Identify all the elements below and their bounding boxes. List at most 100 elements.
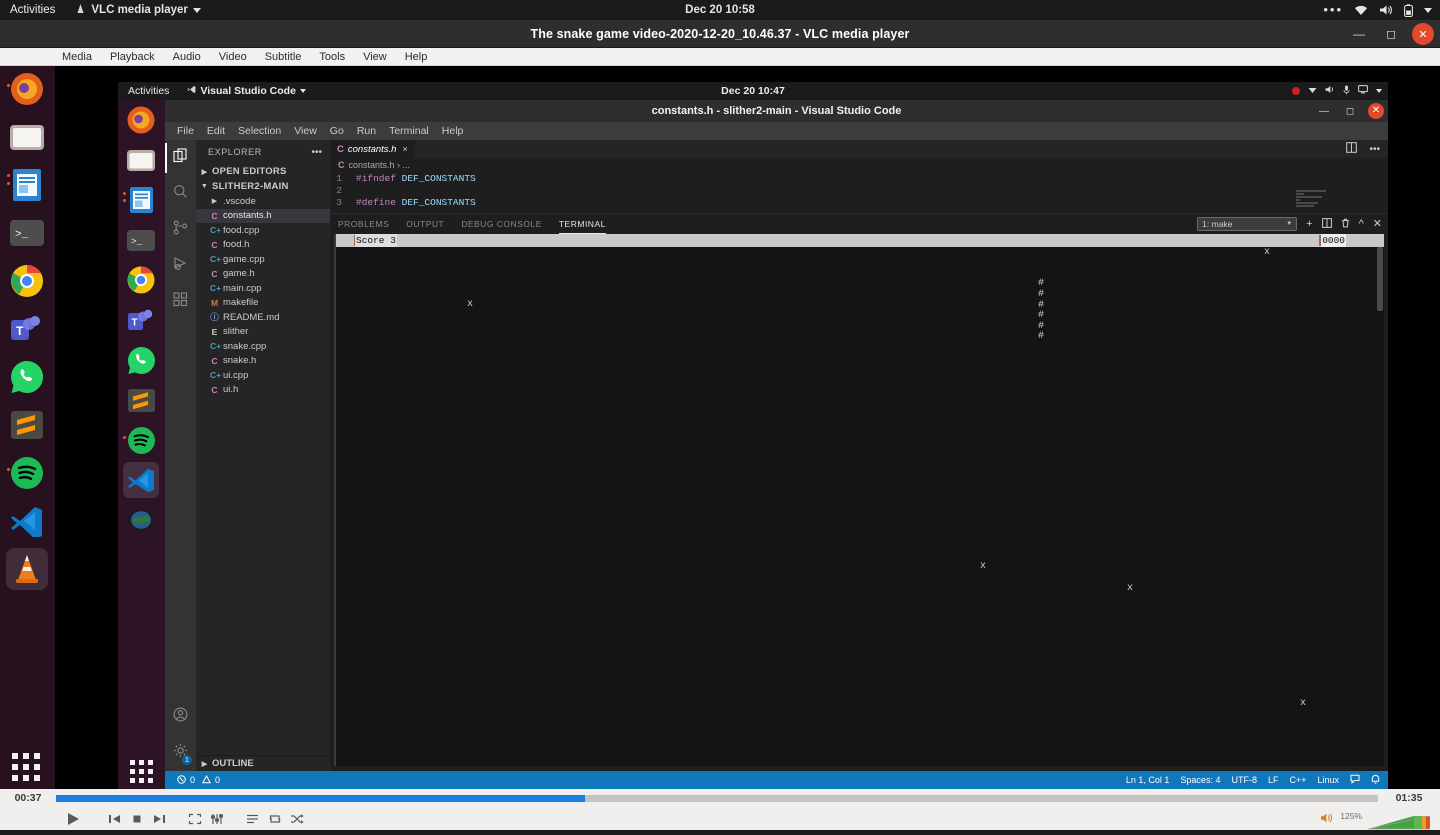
dock-item-libreoffice-writer[interactable] bbox=[6, 164, 48, 206]
section-open-editors[interactable]: ▶ OPEN EDITORS bbox=[196, 164, 330, 179]
snake-game-field[interactable]: # # # # # # x x x x x bbox=[336, 247, 1384, 766]
dock-item-google-chrome[interactable] bbox=[6, 260, 48, 471]
vscode-menu-view[interactable]: View bbox=[294, 125, 317, 137]
file-row-ui-h[interactable]: C ui.h bbox=[196, 383, 330, 398]
activity-settings[interactable]: 1 bbox=[165, 735, 196, 771]
playlist-button[interactable] bbox=[242, 810, 264, 828]
file-row-game-cpp[interactable]: C+ game.cpp bbox=[196, 252, 330, 267]
panel-tab-output[interactable]: OUTPUT bbox=[406, 214, 444, 234]
editor-scrollbar[interactable] bbox=[1378, 190, 1388, 208]
dock-item-visual-studio-code[interactable] bbox=[6, 500, 48, 542]
dock-item-whatsapp[interactable] bbox=[6, 356, 48, 398]
vscode-menu-selection[interactable]: Selection bbox=[238, 125, 281, 137]
maximize-panel-icon[interactable]: ^ bbox=[1359, 218, 1364, 230]
menu-subtitle[interactable]: Subtitle bbox=[265, 51, 302, 63]
inner-clock[interactable]: Dec 20 10:47 bbox=[118, 85, 1388, 97]
maximize-button[interactable]: ◻ bbox=[1380, 23, 1402, 45]
terminal-scrollbar[interactable] bbox=[1376, 247, 1384, 766]
more-actions-icon[interactable]: ••• bbox=[1369, 144, 1380, 155]
inner-dock-item-globe-app[interactable] bbox=[123, 502, 159, 538]
breadcrumb[interactable]: C constants.h › ... bbox=[330, 158, 1388, 172]
terminal-select[interactable]: 1: make ▼ bbox=[1197, 217, 1298, 231]
inner-dock-item-visual-studio-code[interactable] bbox=[123, 462, 159, 498]
activity-search[interactable] bbox=[165, 176, 196, 212]
file-row-main-cpp[interactable]: C+ main.cpp bbox=[196, 281, 330, 296]
status-language-mode[interactable]: C++ bbox=[1289, 775, 1306, 785]
vscode-maximize-button[interactable]: ◻ bbox=[1342, 103, 1358, 119]
loop-button[interactable] bbox=[264, 810, 286, 828]
split-terminal-icon[interactable] bbox=[1321, 217, 1332, 231]
file-row-slither[interactable]: E slither bbox=[196, 325, 330, 340]
menu-video[interactable]: Video bbox=[219, 51, 247, 63]
panel-actions[interactable]: 1: make ▼ + ^ ✕ bbox=[1197, 214, 1382, 234]
vscode-menu-run[interactable]: Run bbox=[357, 125, 376, 137]
inner-dock-item-spotify[interactable] bbox=[123, 422, 159, 458]
menu-playback[interactable]: Playback bbox=[110, 51, 155, 63]
vscode-menu-edit[interactable]: Edit bbox=[207, 125, 225, 137]
ellipsis-icon[interactable]: ••• bbox=[311, 147, 322, 158]
file-row-makefile[interactable]: M makefile bbox=[196, 296, 330, 311]
vlc-seek-row[interactable]: 00:37 01:35 bbox=[0, 789, 1440, 807]
seek-slider[interactable] bbox=[56, 794, 1378, 802]
vscode-menu-bar[interactable]: File Edit Selection View Go Run Terminal… bbox=[165, 122, 1388, 140]
status-indentation[interactable]: Spaces: 4 bbox=[1180, 775, 1220, 785]
menu-view[interactable]: View bbox=[363, 51, 387, 63]
status-eol[interactable]: LF bbox=[1268, 775, 1279, 785]
kill-terminal-icon[interactable] bbox=[1341, 218, 1350, 231]
file-row-vscode-folder[interactable]: ▶ .vscode bbox=[196, 194, 330, 209]
minimize-button[interactable]: — bbox=[1348, 23, 1370, 45]
vscode-sidebar-explorer[interactable]: EXPLORER ••• ▶ OPEN EDITORS ▼ SLITHER2-M… bbox=[196, 140, 330, 771]
dock-item-microsoft-teams[interactable]: T bbox=[6, 308, 48, 350]
close-icon[interactable]: × bbox=[402, 144, 407, 154]
dock-item-terminal[interactable]: >_ bbox=[6, 212, 48, 254]
inner-dock-item-sublime-text[interactable] bbox=[123, 382, 159, 418]
split-editor-icon[interactable] bbox=[1346, 142, 1358, 156]
inner-dock-item-microsoft-teams[interactable]: T bbox=[123, 302, 159, 338]
stop-button[interactable] bbox=[126, 810, 148, 828]
vscode-minimize-button[interactable]: — bbox=[1316, 103, 1332, 119]
vscode-window-buttons[interactable]: — ◻ ✕ bbox=[1316, 100, 1384, 122]
volume-slider[interactable] bbox=[1367, 815, 1431, 830]
code-editor[interactable]: 1 #ifndef DEF_CONSTANTS 2 3 #define DEF_… bbox=[330, 172, 1388, 208]
inner-desktop-dock[interactable]: >_ T bbox=[118, 100, 165, 789]
bell-icon[interactable] bbox=[1371, 774, 1380, 786]
status-right[interactable]: Ln 1, Col 1 Spaces: 4 UTF-8 LF C++ Linux bbox=[1126, 774, 1388, 786]
clock[interactable]: Dec 20 10:58 bbox=[0, 4, 1440, 16]
file-row-food-cpp[interactable]: C+ food.cpp bbox=[196, 223, 330, 238]
vlc-window-buttons[interactable]: — ◻ ✕ bbox=[1348, 20, 1434, 48]
terminal-surface[interactable]: Score 3 0000 # # # # # # x x x x x bbox=[334, 234, 1384, 766]
vscode-menu-terminal[interactable]: Terminal bbox=[389, 125, 429, 137]
vscode-close-button[interactable]: ✕ bbox=[1368, 103, 1384, 119]
dock-item-sublime-text[interactable] bbox=[6, 404, 48, 446]
menu-media[interactable]: Media bbox=[62, 51, 92, 63]
integrated-terminal[interactable]: Score 3 0000 # # # # # # x x x x x bbox=[330, 234, 1388, 772]
file-row-snake-cpp[interactable]: C+ snake.cpp bbox=[196, 339, 330, 354]
section-outline[interactable]: ▶ OUTLINE bbox=[196, 755, 330, 771]
vscode-status-bar[interactable]: 0 0 Ln 1, Col 1 Spaces: 4 UTF-8 LF C++ L… bbox=[165, 771, 1388, 789]
file-row-food-h[interactable]: C food.h bbox=[196, 238, 330, 253]
activity-extensions[interactable] bbox=[165, 284, 196, 320]
vscode-menu-go[interactable]: Go bbox=[330, 125, 344, 137]
dock-item-files[interactable] bbox=[6, 116, 48, 185]
fullscreen-button[interactable] bbox=[184, 810, 206, 828]
dock-item-vlc[interactable] bbox=[6, 548, 48, 590]
menu-tools[interactable]: Tools bbox=[319, 51, 345, 63]
feedback-icon[interactable] bbox=[1350, 774, 1360, 786]
ellipsis-icon[interactable]: ••• bbox=[1323, 3, 1343, 16]
status-encoding[interactable]: UTF-8 bbox=[1231, 775, 1257, 785]
status-platform[interactable]: Linux bbox=[1317, 775, 1339, 785]
vlc-menu-bar[interactable]: Media Playback Audio Video Subtitle Tool… bbox=[0, 48, 1440, 66]
inner-show-applications-button[interactable] bbox=[130, 760, 154, 784]
activity-explorer[interactable] bbox=[165, 140, 196, 176]
vscode-menu-help[interactable]: Help bbox=[442, 125, 464, 137]
inner-dock-item-whatsapp[interactable] bbox=[123, 342, 159, 378]
previous-button[interactable] bbox=[104, 810, 126, 828]
file-row-constants-h[interactable]: C constants.h bbox=[196, 208, 330, 223]
editor-actions[interactable]: ••• bbox=[1346, 140, 1388, 158]
inner-system-tray[interactable] bbox=[1292, 85, 1382, 98]
panel-tab-problems[interactable]: PROBLEMS bbox=[338, 214, 389, 234]
new-terminal-icon[interactable]: + bbox=[1306, 218, 1312, 230]
play-button[interactable] bbox=[56, 808, 90, 830]
system-tray[interactable]: ••• bbox=[1323, 3, 1432, 17]
video-surface[interactable]: >_ T Activities Visual Studio Code Dec 2… bbox=[0, 66, 1440, 789]
